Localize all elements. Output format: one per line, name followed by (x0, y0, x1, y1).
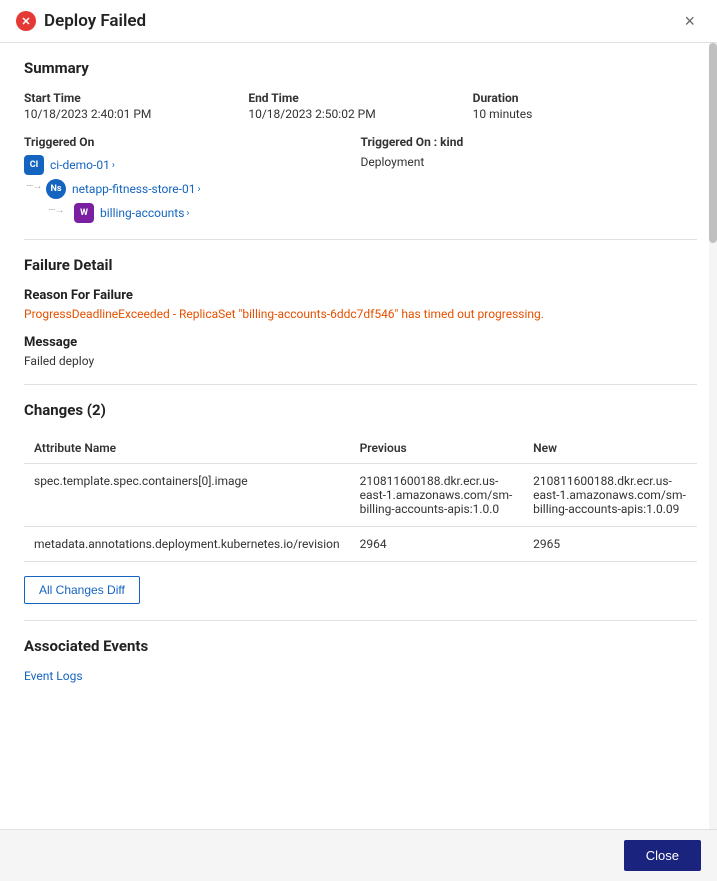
divider-2 (24, 384, 697, 385)
start-time-label: Start Time (24, 91, 248, 105)
events-title: Associated Events (24, 637, 697, 655)
all-changes-button[interactable]: All Changes Diff (24, 576, 140, 604)
triggered-on-item: Triggered On CI ci-demo-01 › ····→ (24, 135, 361, 223)
w-connector: ····→ (48, 205, 63, 216)
table-cell-previous: 2964 (350, 527, 524, 562)
table-cell-previous: 210811600188.dkr.ecr.us-east-1.amazonaws… (350, 464, 524, 527)
ci-badge: CI (24, 155, 44, 175)
error-icon (16, 11, 36, 31)
table-cell-attribute: spec.template.spec.containers[0].image (24, 464, 350, 527)
ns-link[interactable]: netapp-fitness-store-01 › (72, 182, 201, 196)
start-time-value: 10/18/2023 2:40:01 PM (24, 107, 248, 121)
summary-grid: Start Time 10/18/2023 2:40:01 PM End Tim… (24, 91, 697, 121)
divider-3 (24, 620, 697, 621)
table-cell-new_val: 2965 (523, 527, 697, 562)
w-badge: W (74, 203, 94, 223)
duration-label: Duration (473, 91, 697, 105)
end-time-item: End Time 10/18/2023 2:50:02 PM (248, 91, 472, 121)
col-attribute-header: Attribute Name (24, 433, 350, 464)
ns-badge: Ns (46, 179, 66, 199)
reason-value: ProgressDeadlineExceeded - ReplicaSet "b… (24, 307, 697, 321)
duration-item: Duration 10 minutes (473, 91, 697, 121)
ci-chevron: › (112, 160, 115, 171)
modal-title: Deploy Failed (44, 11, 146, 31)
summary-section: Summary Start Time 10/18/2023 2:40:01 PM… (24, 59, 697, 223)
failure-section: Failure Detail Reason For Failure Progre… (24, 256, 697, 368)
changes-table: Attribute Name Previous New spec.templat… (24, 433, 697, 562)
failure-title: Failure Detail (24, 256, 697, 274)
end-time-label: End Time (248, 91, 472, 105)
modal-title-group: Deploy Failed (16, 11, 146, 31)
divider-1 (24, 239, 697, 240)
scrollbar-track[interactable] (709, 43, 717, 829)
triggered-on-kind-value: Deployment (361, 155, 698, 169)
table-row: metadata.annotations.deployment.kubernet… (24, 527, 697, 562)
w-name: billing-accounts (100, 206, 184, 220)
summary-title: Summary (24, 59, 697, 77)
table-cell-new_val: 210811600188.dkr.ecr.us-east-1.amazonaws… (523, 464, 697, 527)
w-breadcrumb[interactable]: ····→ W billing-accounts › (74, 203, 361, 223)
changes-title: Changes (2) (24, 401, 697, 419)
triggered-on-label: Triggered On (24, 135, 361, 149)
triggered-on-kind-label: Triggered On : kind (361, 135, 698, 149)
col-new-header: New (523, 433, 697, 464)
ns-breadcrumb[interactable]: ····→ Ns netapp-fitness-store-01 › (46, 179, 361, 199)
message-label: Message (24, 335, 697, 350)
table-row: spec.template.spec.containers[0].image21… (24, 464, 697, 527)
close-footer-button[interactable]: Close (624, 840, 701, 871)
message-group: Message Failed deploy (24, 335, 697, 368)
triggered-on-kind-item: Triggered On : kind Deployment (361, 135, 698, 223)
w-chevron: › (186, 208, 189, 219)
modal-container: Deploy Failed × Summary Start Time 10/18… (0, 0, 717, 881)
events-section: Associated Events Event Logs (24, 637, 697, 684)
modal-footer: Close (0, 829, 717, 881)
changes-header-row: Attribute Name Previous New (24, 433, 697, 464)
breadcrumb-chain: CI ci-demo-01 › ····→ Ns netapp-fitness- (24, 155, 361, 223)
modal-body: Summary Start Time 10/18/2023 2:40:01 PM… (0, 43, 717, 829)
message-value: Failed deploy (24, 354, 697, 368)
start-time-item: Start Time 10/18/2023 2:40:01 PM (24, 91, 248, 121)
duration-value: 10 minutes (473, 107, 697, 121)
ns-connector: ····→ (26, 181, 41, 192)
triggered-grid: Triggered On CI ci-demo-01 › ····→ (24, 135, 697, 223)
event-logs-link[interactable]: Event Logs (24, 669, 83, 683)
modal-header: Deploy Failed × (0, 0, 717, 43)
ns-name: netapp-fitness-store-01 (72, 182, 195, 196)
reason-label: Reason For Failure (24, 288, 697, 303)
w-link[interactable]: billing-accounts › (100, 206, 189, 220)
ci-link[interactable]: ci-demo-01 › (50, 158, 115, 172)
ci-name: ci-demo-01 (50, 158, 110, 172)
close-button[interactable]: × (678, 10, 701, 32)
col-previous-header: Previous (350, 433, 524, 464)
ci-breadcrumb[interactable]: CI ci-demo-01 › (24, 155, 361, 175)
table-cell-attribute: metadata.annotations.deployment.kubernet… (24, 527, 350, 562)
scrollbar-thumb[interactable] (709, 43, 717, 243)
changes-section: Changes (2) Attribute Name Previous New … (24, 401, 697, 604)
failure-reason-group: Reason For Failure ProgressDeadlineExcee… (24, 288, 697, 321)
end-time-value: 10/18/2023 2:50:02 PM (248, 107, 472, 121)
ns-chevron: › (197, 184, 200, 195)
